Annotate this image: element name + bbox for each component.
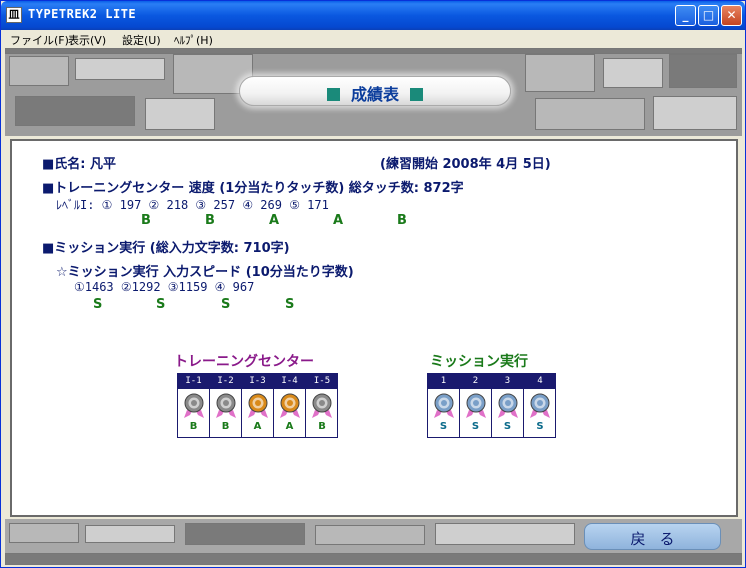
mission-badge-grade: S bbox=[536, 421, 544, 432]
banner-panel bbox=[9, 56, 69, 86]
banner-panel bbox=[535, 98, 645, 130]
medal-icon bbox=[466, 393, 486, 418]
menu-help[interactable]: ﾍﾙﾌﾟ(H) bbox=[174, 32, 213, 48]
training-values: ﾚﾍﾞﾙI: ① 197 ② 218 ③ 257 ④ 269 ⑤ 171 bbox=[56, 198, 329, 212]
menu-view[interactable]: 表示(V) bbox=[68, 32, 106, 48]
footer-panel bbox=[85, 525, 175, 543]
training-grade: B bbox=[205, 213, 215, 228]
footer-panel bbox=[435, 523, 575, 545]
training-badge-cell: I-1 B bbox=[178, 374, 210, 437]
mission-badge-grade: S bbox=[439, 421, 448, 432]
mission-grade: S bbox=[93, 297, 103, 312]
square-icon bbox=[326, 88, 340, 101]
training-badge-grade: A bbox=[253, 421, 262, 432]
medal-icon bbox=[530, 393, 550, 418]
mission-badge-grade: S bbox=[471, 421, 480, 432]
mission-grade: S bbox=[285, 297, 295, 312]
training-badge-header: I-5 bbox=[306, 374, 338, 389]
training-header: ■トレーニングセンター 速度 (1分当たりタッチ数) 総タッチ数: 872字 bbox=[42, 181, 464, 196]
training-badge-grade: A bbox=[285, 421, 294, 432]
training-badge-header: I-2 bbox=[210, 374, 241, 389]
training-badge-grade: B bbox=[318, 421, 326, 432]
training-badge-header: I-4 bbox=[274, 374, 305, 389]
medal-icon bbox=[312, 393, 332, 418]
footer-strip bbox=[5, 553, 742, 565]
banner-panel bbox=[145, 98, 215, 130]
training-badge-header: I-1 bbox=[178, 374, 209, 389]
banner-panel bbox=[653, 96, 737, 130]
training-grade: A bbox=[269, 213, 280, 228]
square-icon bbox=[410, 88, 424, 101]
training-badge-cell: I-2 B bbox=[210, 374, 242, 437]
start-date-line: (練習開始 2008年 4月 5日) bbox=[380, 157, 551, 172]
mission-badge-cell: 4S bbox=[524, 374, 556, 437]
footer-panel bbox=[315, 525, 425, 545]
banner-panel bbox=[669, 54, 737, 88]
mission-badge-header: 3 bbox=[492, 374, 523, 389]
mission-header: ■ミッション実行 (総入力文字数: 710字) bbox=[42, 241, 290, 256]
app-window: 皿 TYPETREK2 LITE _ □ ✕ ファイル(F) 表示(V) 設定(… bbox=[0, 0, 746, 568]
title-bar[interactable]: 皿 TYPETREK2 LITE _ □ ✕ bbox=[1, 1, 745, 30]
medal-icon bbox=[280, 393, 300, 418]
footer-panel bbox=[9, 523, 79, 543]
maximize-button[interactable]: □ bbox=[698, 5, 719, 26]
mission-badges-title: ミッション実行 bbox=[430, 354, 528, 370]
banner-panel bbox=[75, 58, 165, 80]
mission-values: ①1463 ②1292 ③1159 ④ 967 bbox=[74, 280, 255, 294]
banner-panel bbox=[15, 96, 135, 126]
medal-icon bbox=[216, 393, 236, 418]
training-badge-grade: B bbox=[221, 421, 230, 432]
medal-icon bbox=[498, 393, 518, 418]
mission-badge-cell: 3S bbox=[492, 374, 524, 437]
page-title-pill: 成績表 bbox=[239, 76, 511, 106]
mission-grade: S bbox=[156, 297, 166, 312]
mission-badge-cell: 1S bbox=[428, 374, 460, 437]
close-button[interactable]: ✕ bbox=[721, 5, 742, 26]
page-title: 成績表 bbox=[240, 81, 510, 105]
training-badge-cell: I-4 A bbox=[274, 374, 306, 437]
medal-icon bbox=[434, 393, 454, 418]
app-icon[interactable]: 皿 bbox=[6, 7, 22, 23]
banner-panel bbox=[525, 54, 595, 92]
mission-badge-header: 4 bbox=[524, 374, 556, 389]
name-line: ■氏名: 凡平 bbox=[42, 157, 117, 172]
banner-panel bbox=[603, 58, 663, 88]
medal-icon bbox=[184, 393, 204, 418]
mission-badge-header: 1 bbox=[428, 374, 459, 389]
training-grade: B bbox=[397, 213, 407, 228]
mission-badge-grade: S bbox=[503, 421, 512, 432]
training-badges-title: トレーニングセンター bbox=[174, 354, 314, 370]
report-area: ■氏名: 凡平 (練習開始 2008年 4月 5日) ■トレーニングセンター 速… bbox=[10, 139, 738, 517]
training-grade: B bbox=[141, 213, 151, 228]
footer-panel bbox=[185, 523, 305, 545]
mission-subheader: ☆ミッション実行 入力スピード (10分当たり字数) bbox=[56, 265, 354, 280]
training-grade: A bbox=[333, 213, 344, 228]
training-badge-cell: I-5 B bbox=[306, 374, 338, 437]
menu-settings[interactable]: 設定(U) bbox=[122, 32, 161, 48]
menu-file[interactable]: ファイル(F) bbox=[10, 32, 69, 48]
menu-bar: ファイル(F) 表示(V) 設定(U) ﾍﾙﾌﾟ(H) bbox=[2, 30, 745, 48]
training-badge-table: I-1 B I-2 B I-3 A I-4 A I-5 B bbox=[177, 373, 338, 438]
decorative-banner: 成績表 bbox=[5, 48, 742, 136]
back-button[interactable]: 戻る bbox=[584, 523, 721, 550]
mission-badge-header: 2 bbox=[460, 374, 491, 389]
training-badge-cell: I-3 A bbox=[242, 374, 274, 437]
training-badge-header: I-3 bbox=[242, 374, 273, 389]
banner-strip bbox=[5, 48, 742, 54]
page-title-text: 成績表 bbox=[350, 85, 399, 104]
mission-grade: S bbox=[221, 297, 231, 312]
training-badge-grade: B bbox=[189, 421, 198, 432]
minimize-button[interactable]: _ bbox=[675, 5, 696, 26]
window-title: TYPETREK2 LITE bbox=[28, 7, 137, 21]
back-button-label: 戻る bbox=[630, 530, 689, 548]
medal-icon bbox=[248, 393, 268, 418]
mission-badge-table: 1S2S3S4S bbox=[427, 373, 556, 438]
mission-badge-cell: 2S bbox=[460, 374, 492, 437]
